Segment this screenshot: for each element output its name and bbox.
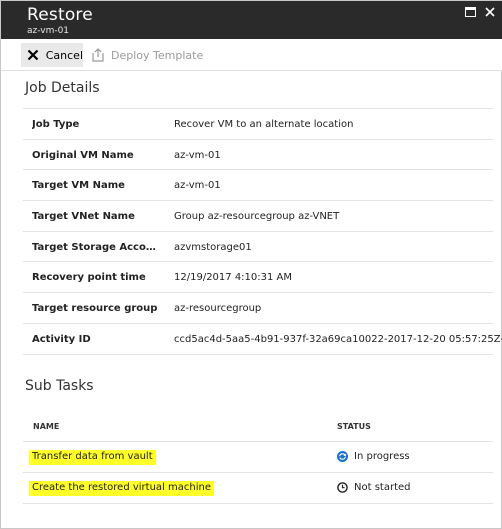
title-bar: Restore az-vm-01	[1, 1, 502, 39]
deploy-template-label: Deploy Template	[111, 48, 204, 62]
detail-row-activity-id: Activity ID ccd5ac4d-5aa5-4b91-937f-32a6…	[23, 324, 502, 355]
maximize-icon[interactable]	[463, 5, 477, 19]
detail-value: Group az-resourcegroup az-VNET	[174, 211, 340, 223]
detail-value: 12/19/2017 4:10:31 AM	[174, 272, 293, 284]
sub-task-status: In progress	[337, 451, 410, 462]
cancel-label: Cancel	[45, 48, 83, 62]
clock-icon	[337, 482, 348, 493]
sub-task-row[interactable]: Create the restored virtual machine Not …	[23, 473, 493, 504]
sub-task-status-text: In progress	[354, 451, 410, 462]
detail-value: ccd5ac4d-5aa5-4b91-937f-32a69ca10022-201…	[174, 333, 502, 345]
sub-task-row[interactable]: Transfer data from vault In progress	[23, 442, 493, 473]
detail-value: az-resourcegroup	[174, 303, 262, 315]
detail-label: Target VM Name	[32, 180, 125, 192]
detail-value: azvmstorage01	[174, 241, 252, 253]
close-icon[interactable]	[483, 5, 497, 19]
detail-row-recovery-point-time: Recovery point time 12/19/2017 4:10:31 A…	[23, 262, 493, 294]
detail-value: az-vm-01	[174, 180, 221, 192]
export-icon	[91, 48, 105, 62]
job-details-table: Job Type Recover VM to an alternate loca…	[23, 108, 502, 355]
detail-label: Target Storage Account...	[32, 241, 162, 253]
detail-label: Original VM Name	[32, 149, 134, 161]
detail-label: Target VNet Name	[32, 211, 135, 223]
sub-tasks-header-row: NAME STATUS	[23, 405, 493, 442]
sub-task-status-text: Not started	[354, 482, 411, 493]
blade-subtitle: az-vm-01	[27, 26, 70, 36]
sub-tasks-table: NAME STATUS Transfer data from vault In …	[23, 405, 493, 504]
column-header-status: STATUS	[337, 422, 371, 431]
blade-title: Restore	[27, 5, 93, 25]
detail-label: Activity ID	[32, 333, 91, 345]
detail-label: Recovery point time	[32, 272, 146, 284]
job-details-heading: Job Details	[25, 80, 100, 96]
sub-task-status: Not started	[337, 482, 411, 493]
detail-row-target-storage-account: Target Storage Account... azvmstorage01	[23, 232, 493, 263]
detail-row-original-vm-name: Original VM Name az-vm-01	[23, 140, 493, 171]
detail-row-target-vm-name: Target VM Name az-vm-01	[23, 170, 493, 202]
detail-label: Target resource group	[32, 303, 158, 315]
detail-label: Job Type	[32, 119, 80, 130]
detail-row-target-resource-group: Target resource group az-resourcegroup	[23, 293, 493, 324]
deploy-template-button[interactable]: Deploy Template	[91, 43, 203, 67]
cancel-x-icon	[27, 48, 40, 62]
sub-task-name: Transfer data from vault	[29, 450, 156, 465]
sync-icon	[337, 451, 348, 462]
cancel-button[interactable]: Cancel	[21, 43, 83, 67]
column-header-name: NAME	[33, 422, 60, 431]
sub-task-name: Create the restored virtual machine	[29, 481, 214, 496]
detail-row-job-type: Job Type Recover VM to an alternate loca…	[23, 109, 493, 140]
sub-tasks-heading: Sub Tasks	[25, 378, 94, 394]
detail-value: Recover VM to an alternate location	[174, 119, 354, 130]
detail-row-target-vnet-name: Target VNet Name Group az-resourcegroup …	[23, 201, 493, 232]
detail-value: az-vm-01	[174, 149, 221, 161]
command-bar: Cancel Deploy Template	[1, 39, 502, 71]
restore-blade: Restore az-vm-01 Cancel Deploy Template …	[0, 0, 502, 529]
